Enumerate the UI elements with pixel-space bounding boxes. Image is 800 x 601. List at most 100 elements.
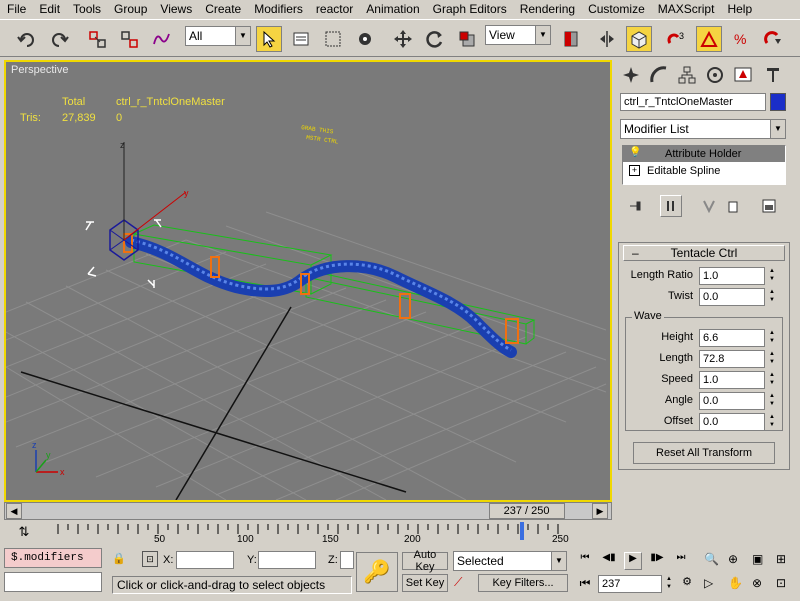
redo-icon[interactable] — [46, 26, 72, 52]
menu-maxscript[interactable]: MAXScript — [651, 2, 721, 16]
angle-field[interactable]: 0.0 — [699, 392, 765, 410]
arc-rotate-icon[interactable]: ⊗ — [752, 576, 770, 594]
length-field[interactable]: 72.8 — [699, 350, 765, 368]
maximize-viewport-icon[interactable]: ⊡ — [776, 576, 794, 594]
lightbulb-icon[interactable]: 💡 — [629, 147, 641, 158]
spinner-snap-icon[interactable] — [760, 26, 786, 52]
set-key-button[interactable]: Set Key — [402, 574, 448, 592]
bind-space-warp-icon[interactable] — [148, 26, 174, 52]
mini-curve-editor-icon[interactable]: ⇅ — [14, 524, 34, 542]
offset-spinner[interactable]: ▲ ▼ — [767, 413, 777, 431]
unlink-icon[interactable] — [116, 26, 142, 52]
field-of-view-icon[interactable]: ▷ — [704, 576, 722, 594]
select-by-name-icon[interactable] — [288, 26, 314, 52]
length-ratio-spinner[interactable]: ▲ ▼ — [767, 267, 777, 285]
menu-modifiers[interactable]: Modifiers — [247, 2, 309, 16]
menu-edit[interactable]: Edit — [32, 2, 66, 16]
next-frame-icon[interactable]: ▮▶ — [648, 552, 666, 570]
time-configuration-icon[interactable]: ⚙ — [678, 575, 696, 593]
pan-icon[interactable]: ✋ — [728, 576, 746, 594]
window-crossing-icon[interactable] — [352, 26, 378, 52]
mirror-icon[interactable] — [594, 26, 620, 52]
stack-item-editable-spline[interactable]: + Editable Spline — [623, 163, 785, 179]
go-to-start-icon[interactable]: ⏮ — [576, 552, 594, 570]
speed-spinner[interactable]: ▲ ▼ — [767, 371, 777, 389]
utilities-tab-icon[interactable] — [760, 62, 786, 88]
length-ratio-field[interactable]: 1.0 — [699, 267, 765, 285]
modify-tab-icon[interactable] — [646, 62, 672, 88]
rollout-header[interactable]: – Tentacle Ctrl — [623, 245, 785, 261]
move-icon[interactable] — [390, 26, 416, 52]
maxscript-listener[interactable]: $.modifiers — [4, 548, 102, 568]
menu-group[interactable]: Group — [107, 2, 153, 16]
object-color-swatch[interactable] — [770, 93, 786, 111]
height-field[interactable]: 6.6 — [699, 329, 765, 347]
display-tab-icon[interactable] — [730, 62, 756, 88]
absolute-mode-icon[interactable]: ⊡ — [142, 551, 158, 567]
menu-reactor[interactable]: reactor — [309, 2, 359, 16]
menu-customize[interactable]: Customize — [581, 2, 651, 16]
y-coord-field[interactable] — [258, 551, 316, 569]
current-frame-field[interactable]: 237 — [598, 575, 662, 593]
menu-create[interactable]: Create — [198, 2, 247, 16]
length-spinner[interactable]: ▲ ▼ — [767, 350, 777, 368]
lock-icon[interactable]: 🔒 — [112, 552, 126, 568]
motion-tab-icon[interactable] — [702, 62, 728, 88]
rect-selection-icon[interactable] — [320, 26, 346, 52]
reset-all-transform-button[interactable]: Reset All Transform — [633, 442, 775, 464]
key-mode-toggle-icon[interactable]: ⏮ — [576, 576, 594, 594]
make-unique-icon[interactable] — [698, 195, 720, 217]
zoom-extents-all-icon[interactable]: ⊞ — [776, 552, 794, 570]
time-slider-thumb[interactable]: 237 / 250 — [488, 503, 565, 519]
maxscript-listener-output[interactable] — [4, 572, 102, 592]
menu-views[interactable]: Views — [153, 2, 198, 16]
default-tangent-icon[interactable]: ⟋ — [454, 575, 474, 593]
perspective-viewport[interactable]: Perspective Total ctrl_r_TntclOneMaster … — [4, 60, 612, 502]
key-icon[interactable]: 🔑 — [356, 552, 398, 592]
zoom-icon[interactable]: 🔍 — [704, 552, 722, 570]
go-to-end-icon[interactable]: ⏭ — [672, 552, 690, 570]
align-icon[interactable] — [626, 26, 652, 52]
menu-rendering[interactable]: Rendering — [513, 2, 581, 16]
undo-icon[interactable] — [14, 26, 40, 52]
zoom-extents-icon[interactable]: ▣ — [752, 552, 770, 570]
menu-tools[interactable]: Tools — [66, 2, 107, 16]
play-icon[interactable]: ▶ — [624, 552, 642, 570]
rotate-icon[interactable] — [422, 26, 448, 52]
slider-next-icon[interactable]: ▶ — [592, 503, 608, 519]
twist-spinner[interactable]: ▲ ▼ — [767, 288, 777, 306]
speed-field[interactable]: 1.0 — [699, 371, 765, 389]
height-spinner[interactable]: ▲ ▼ — [767, 329, 777, 347]
pin-stack-icon[interactable] — [624, 195, 646, 217]
slider-prev-icon[interactable]: ◀ — [6, 503, 22, 519]
angle-spinner[interactable]: ▲ ▼ — [767, 392, 777, 410]
show-end-result-icon[interactable] — [660, 195, 682, 217]
percent-snap-icon[interactable]: % — [728, 26, 754, 52]
z-coord-field[interactable] — [340, 551, 354, 569]
object-name-field[interactable]: ctrl_r_TntclOneMaster — [620, 93, 766, 111]
selection-filter-dropdown[interactable]: All ▼ — [185, 26, 251, 46]
key-mode-dropdown[interactable]: Selected ▼ — [453, 551, 567, 571]
create-tab-icon[interactable] — [618, 62, 644, 88]
stack-item-attribute-holder[interactable]: 💡 Attribute Holder — [623, 146, 785, 162]
auto-key-button[interactable]: Auto Key — [402, 549, 448, 573]
snap-icon[interactable]: 3 — [664, 26, 690, 52]
menu-animation[interactable]: Animation — [359, 2, 425, 16]
scale-icon[interactable] — [454, 26, 480, 52]
prev-frame-icon[interactable]: ◀▮ — [600, 552, 618, 570]
menu-file[interactable]: File — [0, 2, 32, 16]
offset-field[interactable]: 0.0 — [699, 413, 765, 431]
angle-snap-icon[interactable] — [696, 26, 722, 52]
track-bar[interactable]: ⇅ 50 100 150 200 250 — [4, 522, 612, 546]
select-object-icon[interactable] — [256, 26, 282, 52]
select-link-icon[interactable] — [84, 26, 110, 52]
expand-plus-icon[interactable]: + — [629, 165, 640, 176]
menu-help[interactable]: Help — [720, 2, 758, 16]
configure-sets-icon[interactable] — [758, 195, 780, 217]
x-coord-field[interactable] — [176, 551, 234, 569]
modifier-list-dropdown[interactable]: Modifier List ▼ — [620, 119, 786, 139]
current-frame-spinner[interactable]: ▲ ▼ — [664, 575, 674, 593]
menu-graph-editors[interactable]: Graph Editors — [426, 2, 513, 16]
time-slider[interactable]: ◀ 237 / 250 ▶ — [4, 502, 612, 520]
pivot-icon[interactable] — [558, 26, 584, 52]
